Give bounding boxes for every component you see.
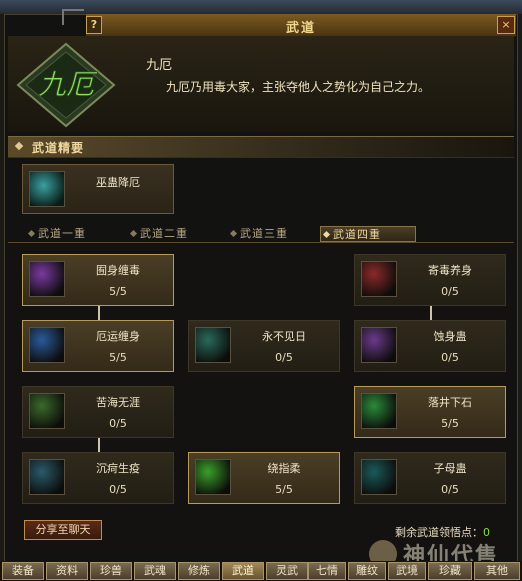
menu-button-wudao[interactable]: 武道 <box>222 562 264 580</box>
tab-label: 武道四重 <box>333 228 381 241</box>
skill-name: 永不见日 <box>262 330 306 343</box>
menu-button-other[interactable]: 其他 <box>474 562 520 580</box>
skill-card[interactable]: 沉疴生疫 0/5 <box>22 452 174 504</box>
skill-card[interactable]: 寄毒养身 0/5 <box>354 254 506 306</box>
svg-text:九厄: 九厄 <box>38 68 98 101</box>
green-vine-icon <box>29 459 65 495</box>
purple-swirl-icon <box>29 261 65 297</box>
skill-name: 子母蛊 <box>433 462 467 475</box>
essence-skill-card[interactable]: 巫蛊降厄 <box>22 164 174 214</box>
menu-button-cultivation[interactable]: 修炼 <box>178 562 220 580</box>
skill-card[interactable]: 囿身缠毒 5/5 <box>22 254 174 306</box>
skill-name: 厄运缠身 <box>96 330 140 343</box>
diamond-bullet-icon <box>27 229 36 238</box>
tree-connector <box>430 306 432 320</box>
tree-connector <box>98 306 100 320</box>
skill-level: 5/5 <box>441 417 459 430</box>
menu-button-collection[interactable]: 珍藏 <box>428 562 472 580</box>
skill-level: 0/5 <box>441 483 459 496</box>
skill-name: 苦海无涯 <box>96 396 140 409</box>
skill-card[interactable]: 永不见日 0/5 <box>188 320 340 372</box>
tab-label: 武道二重 <box>140 227 188 240</box>
skill-name: 蚀身蛊 <box>433 330 467 343</box>
share-to-chat-button[interactable]: 分享至聊天 <box>24 520 102 540</box>
close-button[interactable]: × <box>497 16 515 34</box>
wugu-jiange-icon <box>29 171 65 207</box>
diamond-bullet-icon <box>14 141 24 151</box>
tab-label: 武道一重 <box>38 227 86 240</box>
tab-level-3[interactable]: 武道三重 <box>228 226 312 242</box>
skill-card[interactable]: 苦海无涯 0/5 <box>22 386 174 438</box>
tab-level-1[interactable]: 武道一重 <box>26 226 110 242</box>
red-sprout-icon <box>361 393 397 429</box>
skill-name: 绕指柔 <box>267 462 301 475</box>
title-bar[interactable]: 武道 <box>86 14 516 37</box>
dark-shadow-icon <box>195 327 231 363</box>
section-label: 武道精要 <box>32 141 85 155</box>
menu-button-lingwu[interactable]: 灵武 <box>266 562 308 580</box>
tab-strip: 武道一重 武道二重 武道三重 武道四重 <box>8 226 514 243</box>
diamond-bullet-icon <box>322 230 331 239</box>
skill-level: 0/5 <box>441 285 459 298</box>
school-description: 九厄乃用毒大家，主张夺他人之势化为自己之力。 <box>166 80 431 94</box>
diamond-bullet-icon <box>129 229 138 238</box>
menu-button-pets[interactable]: 珍兽 <box>90 562 132 580</box>
blue-arm-icon <box>29 327 65 363</box>
teal-swirl-icon <box>361 459 397 495</box>
diamond-bullet-icon <box>229 229 238 238</box>
tab-label: 武道三重 <box>240 227 288 240</box>
window-title: 武道 <box>285 21 316 36</box>
skill-card[interactable]: 厄运缠身 5/5 <box>22 320 174 372</box>
menu-button-wujing[interactable]: 武境 <box>388 562 426 580</box>
menu-button-wuhun[interactable]: 武魂 <box>134 562 176 580</box>
skill-name: 沉疴生疫 <box>96 462 140 475</box>
skill-card[interactable]: 蚀身蛊 0/5 <box>354 320 506 372</box>
school-emblem: 九厄 <box>16 42 116 128</box>
skill-card[interactable]: 落井下石 5/5 <box>354 386 506 438</box>
skill-card[interactable]: 子母蛊 0/5 <box>354 452 506 504</box>
essence-section-header: 武道精要 <box>8 136 514 158</box>
skill-level: 5/5 <box>109 285 127 298</box>
skill-level: 0/5 <box>109 417 127 430</box>
skill-name: 落井下石 <box>428 396 472 409</box>
menu-button-diaowen[interactable]: 雕纹 <box>348 562 386 580</box>
tab-level-2[interactable]: 武道二重 <box>128 226 212 242</box>
green-vine-icon <box>29 393 65 429</box>
skill-level: 0/5 <box>275 351 293 364</box>
essence-skill-name: 巫蛊降厄 <box>96 176 140 189</box>
tab-level-4[interactable]: 武道四重 <box>320 226 416 242</box>
skill-level: 5/5 <box>275 483 293 496</box>
skill-level: 5/5 <box>109 351 127 364</box>
school-name: 九厄 <box>146 58 173 73</box>
menu-button-equipment[interactable]: 装备 <box>2 562 44 580</box>
purple-arm-icon <box>361 327 397 363</box>
skill-level: 0/5 <box>109 483 127 496</box>
menu-button-profile[interactable]: 资料 <box>46 562 88 580</box>
help-button[interactable]: ? <box>86 16 102 34</box>
window-corner-ornament <box>62 9 84 25</box>
menu-button-qiqing[interactable]: 七情 <box>308 562 346 580</box>
skill-name: 寄毒养身 <box>428 264 472 277</box>
red-poison-icon <box>361 261 397 297</box>
skill-card[interactable]: 绕指柔 5/5 <box>188 452 340 504</box>
tree-connector <box>98 438 100 452</box>
skill-level: 0/5 <box>441 351 459 364</box>
green-slash-icon <box>195 459 231 495</box>
skill-name: 囿身缠毒 <box>96 264 140 277</box>
